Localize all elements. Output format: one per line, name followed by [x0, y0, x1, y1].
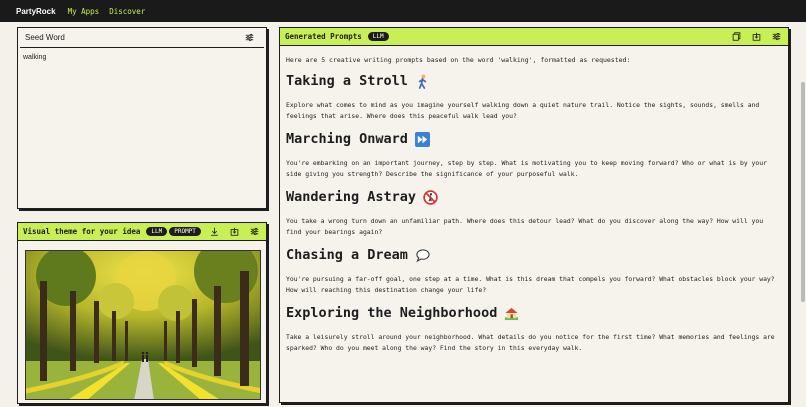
- fast-forward-icon: [414, 131, 430, 147]
- visual-theme-card: Visual theme for your idea LLM PROMPT: [17, 222, 267, 404]
- prompt-heading: Wandering Astray: [286, 189, 780, 205]
- seed-word-title: Seed Word: [25, 33, 65, 42]
- copy-icon[interactable]: [729, 30, 743, 44]
- prompt-body: You're embarking on an important journey…: [286, 159, 767, 178]
- nav-link-my-apps[interactable]: My Apps: [68, 7, 100, 16]
- generated-prompts-header: Generated Prompts LLM: [280, 28, 788, 46]
- generated-prompts-title: Generated Prompts: [285, 32, 362, 41]
- prompt-body: Take a leisurely stroll around your neig…: [286, 333, 775, 352]
- download-icon[interactable]: [207, 225, 221, 239]
- sliders-icon[interactable]: [247, 225, 261, 239]
- prompt-heading: Taking a Stroll: [286, 73, 780, 89]
- sliders-icon[interactable]: [242, 31, 256, 45]
- visual-theme-title: Visual theme for your idea: [23, 227, 141, 236]
- prompt-heading-text: Exploring the Neighborhood: [286, 305, 498, 321]
- generated-prompts-output: Here are 5 creative writing prompts base…: [280, 46, 788, 402]
- prompt-body: You take a wrong turn down an unfamiliar…: [286, 217, 764, 236]
- top-navigation-bar: PartyRock My Apps Discover: [0, 0, 806, 22]
- prompt-heading-text: Marching Onward: [286, 131, 408, 147]
- house-icon: [504, 306, 519, 321]
- prompts-intro: Here are 5 creative writing prompts base…: [286, 56, 631, 64]
- llm-badge: LLM: [146, 227, 168, 236]
- prompt-heading-text: Chasing a Dream: [286, 247, 408, 263]
- visual-theme-header: Visual theme for your idea LLM PROMPT: [18, 223, 266, 241]
- llm-badge: LLM: [367, 32, 389, 41]
- share-icon[interactable]: [227, 225, 241, 239]
- prompt-heading: Exploring the Neighborhood: [286, 305, 780, 321]
- seed-word-input[interactable]: walking: [18, 48, 266, 67]
- nav-link-discover[interactable]: Discover: [109, 7, 145, 16]
- sliders-icon[interactable]: [769, 30, 783, 44]
- speech-bubble-icon: [415, 248, 430, 263]
- prompt-body: Explore what comes to mind as you imagin…: [286, 101, 760, 120]
- prompt-body: You're pursuing a far-off goal, one step…: [286, 275, 775, 294]
- no-pedestrians-icon: [423, 189, 438, 205]
- prompt-heading-text: Taking a Stroll: [286, 73, 408, 89]
- seed-word-card: Seed Word walking: [17, 27, 267, 209]
- brand-logo[interactable]: PartyRock: [16, 7, 56, 16]
- share-icon[interactable]: [749, 30, 763, 44]
- prompt-heading: Chasing a Dream: [286, 247, 780, 263]
- generated-prompts-card: Generated Prompts LLM Here are 5 creativ…: [279, 27, 789, 403]
- prompt-badge[interactable]: PROMPT: [169, 227, 201, 236]
- person-walking-icon: [415, 74, 430, 89]
- page-scrollbar[interactable]: [801, 82, 805, 302]
- prompt-heading-text: Wandering Astray: [286, 189, 417, 205]
- generated-image: [25, 250, 261, 400]
- prompt-heading: Marching Onward: [286, 131, 780, 147]
- seed-word-header: Seed Word: [20, 28, 264, 48]
